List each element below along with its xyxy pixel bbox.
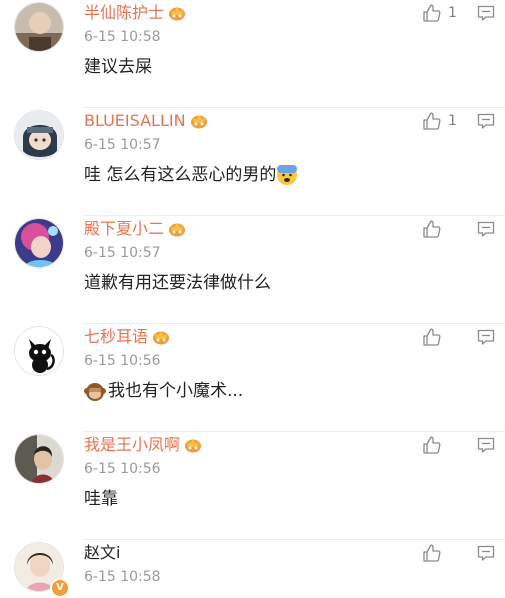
crown-badge-icon (185, 439, 202, 453)
comment-item: BLUEISALLIN 6-15 10:57 哇 怎么有这么恶心的男的 1 (0, 108, 505, 216)
username[interactable]: 殿下夏小二 (84, 218, 164, 240)
thumbs-up-icon (423, 112, 441, 130)
fearful-face-emoji (277, 165, 298, 185)
comment-text-row: 哇 怎么有这么恶心的男的 (84, 163, 298, 187)
monkey-emoji (84, 383, 106, 401)
thumbs-up-icon (423, 4, 441, 22)
comment-item: 半仙陈护士 6-15 10:58 建议去屎 1 (0, 0, 505, 108)
username[interactable]: 七秒耳语 (84, 326, 148, 348)
user-avatar[interactable] (14, 326, 64, 376)
like-button[interactable] (422, 218, 448, 240)
comment-list: 半仙陈护士 6-15 10:58 建议去屎 1 BLUEISALLIN 6-15… (0, 0, 505, 598)
thumbs-up-icon (423, 544, 441, 562)
thumbs-up-icon (423, 436, 441, 454)
comment-item: 我是王小凤啊 6-15 10:56 哇靠 (0, 432, 505, 540)
username[interactable]: 我是王小凤啊 (84, 434, 180, 456)
comment-item: 殿下夏小二 6-15 10:57 道歉有用还要法律做什么 (0, 216, 505, 324)
comment-time: 6-15 10:57 (84, 137, 161, 153)
user-avatar[interactable] (14, 434, 64, 484)
comment-time: 6-15 10:58 (84, 569, 161, 585)
username[interactable]: 赵文i (84, 542, 120, 564)
user-avatar[interactable] (14, 110, 64, 160)
like-button[interactable] (422, 326, 448, 348)
comment-text: 哇靠 (84, 489, 118, 509)
comment-reply-icon[interactable] (477, 220, 495, 238)
comment-text: 哇 怎么有这么恶心的男的 (84, 165, 277, 185)
comment-reply-icon[interactable] (477, 328, 495, 346)
thumbs-up-icon (423, 220, 441, 238)
thumbs-up-icon (423, 328, 441, 346)
like-button[interactable]: 1 (422, 110, 457, 132)
like-count: 1 (448, 5, 457, 21)
crown-badge-icon (190, 115, 207, 129)
user-avatar[interactable] (14, 2, 64, 52)
comment-text: 我也有个小魔术... (108, 381, 244, 401)
comment-time: 6-15 10:56 (84, 353, 161, 369)
crown-badge-icon (169, 7, 186, 21)
comment-reply-icon[interactable] (477, 436, 495, 454)
comment-item: V 赵文i 6-15 10:58 (0, 540, 505, 598)
like-button[interactable] (422, 542, 448, 564)
crown-badge-icon (169, 223, 186, 237)
comment-text-row: 我也有个小魔术... (84, 379, 243, 403)
crown-badge-icon (153, 331, 170, 345)
comment-reply-icon[interactable] (477, 544, 495, 562)
like-button[interactable] (422, 434, 448, 456)
comment-time: 6-15 10:58 (84, 29, 161, 45)
comment-reply-icon[interactable] (477, 4, 495, 22)
username[interactable]: 半仙陈护士 (84, 2, 164, 24)
comment-item: 七秒耳语 6-15 10:56 我也有个小魔术... (0, 324, 505, 432)
comment-reply-icon[interactable] (477, 112, 495, 130)
comment-time: 6-15 10:57 (84, 245, 161, 261)
comment-text: 建议去屎 (84, 57, 152, 77)
like-button[interactable]: 1 (422, 2, 457, 24)
comment-text: 道歉有用还要法律做什么 (84, 273, 271, 293)
user-avatar[interactable] (14, 218, 64, 268)
username[interactable]: BLUEISALLIN (84, 110, 186, 132)
verified-badge-icon: V (50, 578, 70, 598)
like-count: 1 (448, 113, 457, 129)
comment-time: 6-15 10:56 (84, 461, 161, 477)
